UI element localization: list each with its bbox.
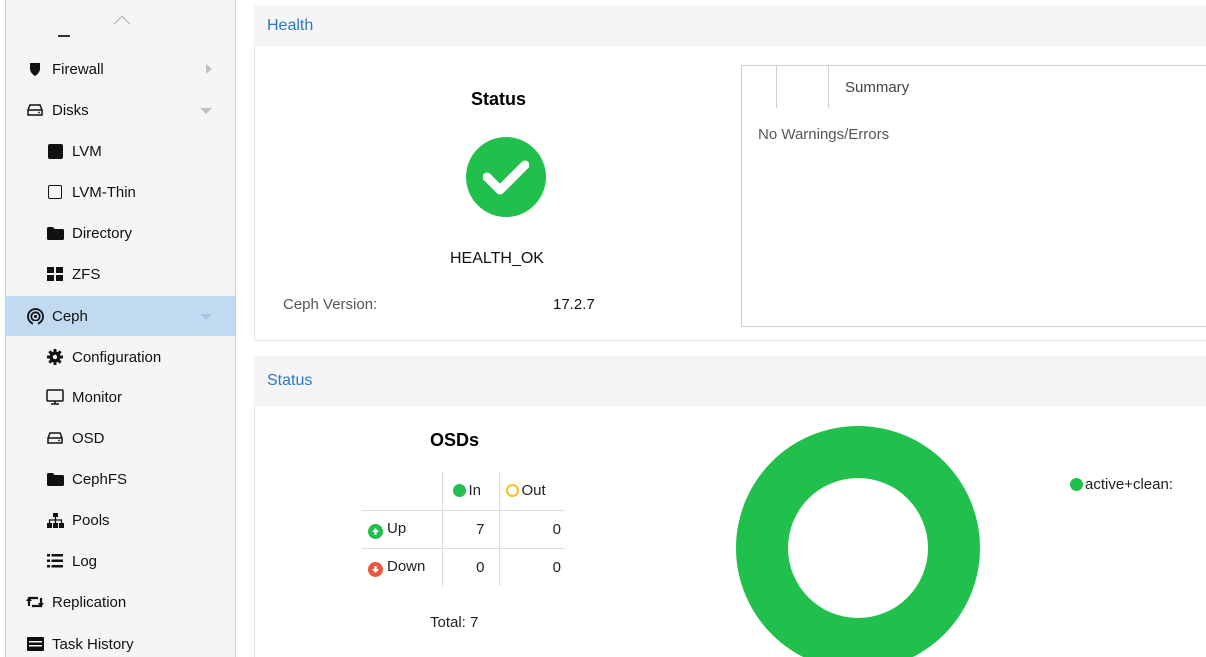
status-panel-title: Status [267,372,313,389]
sidebar-item-cephfs[interactable]: CephFS [6,459,235,499]
osd-down-out-value: 0 [498,547,565,586]
sidebar-item-log[interactable]: Log [6,541,235,581]
sidebar-item-label: Ceph [52,307,88,325]
folder-icon [46,224,64,242]
square-outline-icon [46,183,64,201]
square-filled-icon [46,142,64,160]
sidebar-item-configuration[interactable]: Configuration [6,337,235,377]
collapse-arrow-icon[interactable] [200,108,212,114]
health-ok-check-icon [466,137,546,217]
pg-donut-hole [788,478,928,618]
sidebar-item-task-history[interactable]: Task History [6,624,235,657]
folder-icon [46,470,64,488]
grid-icon [46,265,64,283]
arrow-down-circle-icon [368,561,383,577]
summary-grid-header: Summary [742,66,1206,110]
status-panel-header: Status [254,356,1206,406]
collapse-arrow-icon[interactable] [200,314,212,320]
health-status-title: Status [471,89,527,109]
sidebar-item-firewall[interactable]: Firewall [6,49,235,89]
sidebar-item-label: Disks [52,101,89,119]
resource-tree-sidebar: Firewall Disks LVM LVM-Thin Directory ZF… [5,0,236,657]
ceph-icon [26,307,44,325]
sidebar-item-label: CephFS [72,470,128,488]
osd-total: Total: 7 [430,614,479,631]
sidebar-item-ceph[interactable]: Ceph [6,296,235,336]
in-dot-icon [452,484,466,498]
osd-up-out-value: 0 [498,509,565,548]
sidebar-item-label: LVM-Thin [72,183,136,201]
column-divider [776,66,777,108]
legend-dot-icon [1070,478,1083,491]
sidebar-item-label: Pools [72,511,110,529]
sidebar-item-label: ZFS [72,265,101,283]
ceph-version-value: 17.2.7 [553,296,595,313]
osd-col-out: Out [498,472,565,510]
sidebar-item-disks[interactable]: Disks [6,90,235,130]
summary-grid: Summary No Warnings/Errors [741,65,1206,327]
pg-legend-label: active+clean: [1085,476,1173,493]
osd-down-in-value: 0 [441,547,499,586]
osd-row-label: Up [387,519,407,537]
sidebar-item-monitor[interactable]: Monitor [6,377,235,417]
hdd-icon [46,429,64,447]
expand-arrow-icon[interactable] [206,64,212,74]
sidebar-item-lvm-thin[interactable]: LVM-Thin [6,172,235,212]
health-panel-title: Health [267,16,314,34]
sidebar-item-label: Monitor [72,388,123,406]
osd-table-header-row: In Out [362,472,565,510]
ceph-version-label: Ceph Version: [283,296,378,313]
gear-icon [46,348,64,366]
retweet-icon [26,593,44,611]
sidebar-item-lvm[interactable]: LVM [6,131,235,171]
list-alt-icon [26,635,44,653]
out-dot-icon [505,484,519,498]
sidebar-item-label: Task History [52,635,134,653]
osd-col-in: In [441,472,499,510]
sidebar-item-label: Directory [72,224,133,242]
summary-empty-message: No Warnings/Errors [758,126,890,143]
sitemap-icon [46,511,64,529]
sidebar-item-pools[interactable]: Pools [6,500,235,540]
scroll-up-indicator[interactable] [46,14,156,37]
sidebar-item-label: Firewall [52,60,104,78]
osd-row-down: Down 0 0 [362,547,565,586]
osd-status-table: In Out Up 7 0 Down 0 0 [362,472,565,586]
shield-icon [26,60,44,78]
sidebar-item-directory[interactable]: Directory [6,213,235,253]
hdd-icon [26,101,44,119]
sidebar-item-label: LVM [72,142,102,160]
sidebar-item-label: Configuration [72,348,162,366]
sidebar-item-label: Replication [52,593,127,611]
sidebar-item-replication[interactable]: Replication [6,582,235,622]
monitor-icon [46,388,64,406]
column-divider [828,66,829,108]
health-panel-header: Health [254,5,1206,46]
pg-legend-item[interactable]: active+clean: [1070,476,1173,493]
osds-title: OSDs [430,430,480,450]
summary-column-header[interactable]: Summary [845,79,909,96]
list-icon [46,552,64,570]
sidebar-item-label: Log [72,552,98,570]
sidebar-item-label: OSD [72,429,105,447]
osd-up-in-value: 7 [441,509,499,548]
osd-row-up: Up 7 0 [362,509,565,548]
sidebar-item-osd[interactable]: OSD [6,418,235,458]
health-status-value: HEALTH_OK [450,250,544,267]
arrow-up-circle-icon [368,523,383,539]
sidebar-item-zfs[interactable]: ZFS [6,254,235,294]
osd-row-label: Down [387,557,426,575]
